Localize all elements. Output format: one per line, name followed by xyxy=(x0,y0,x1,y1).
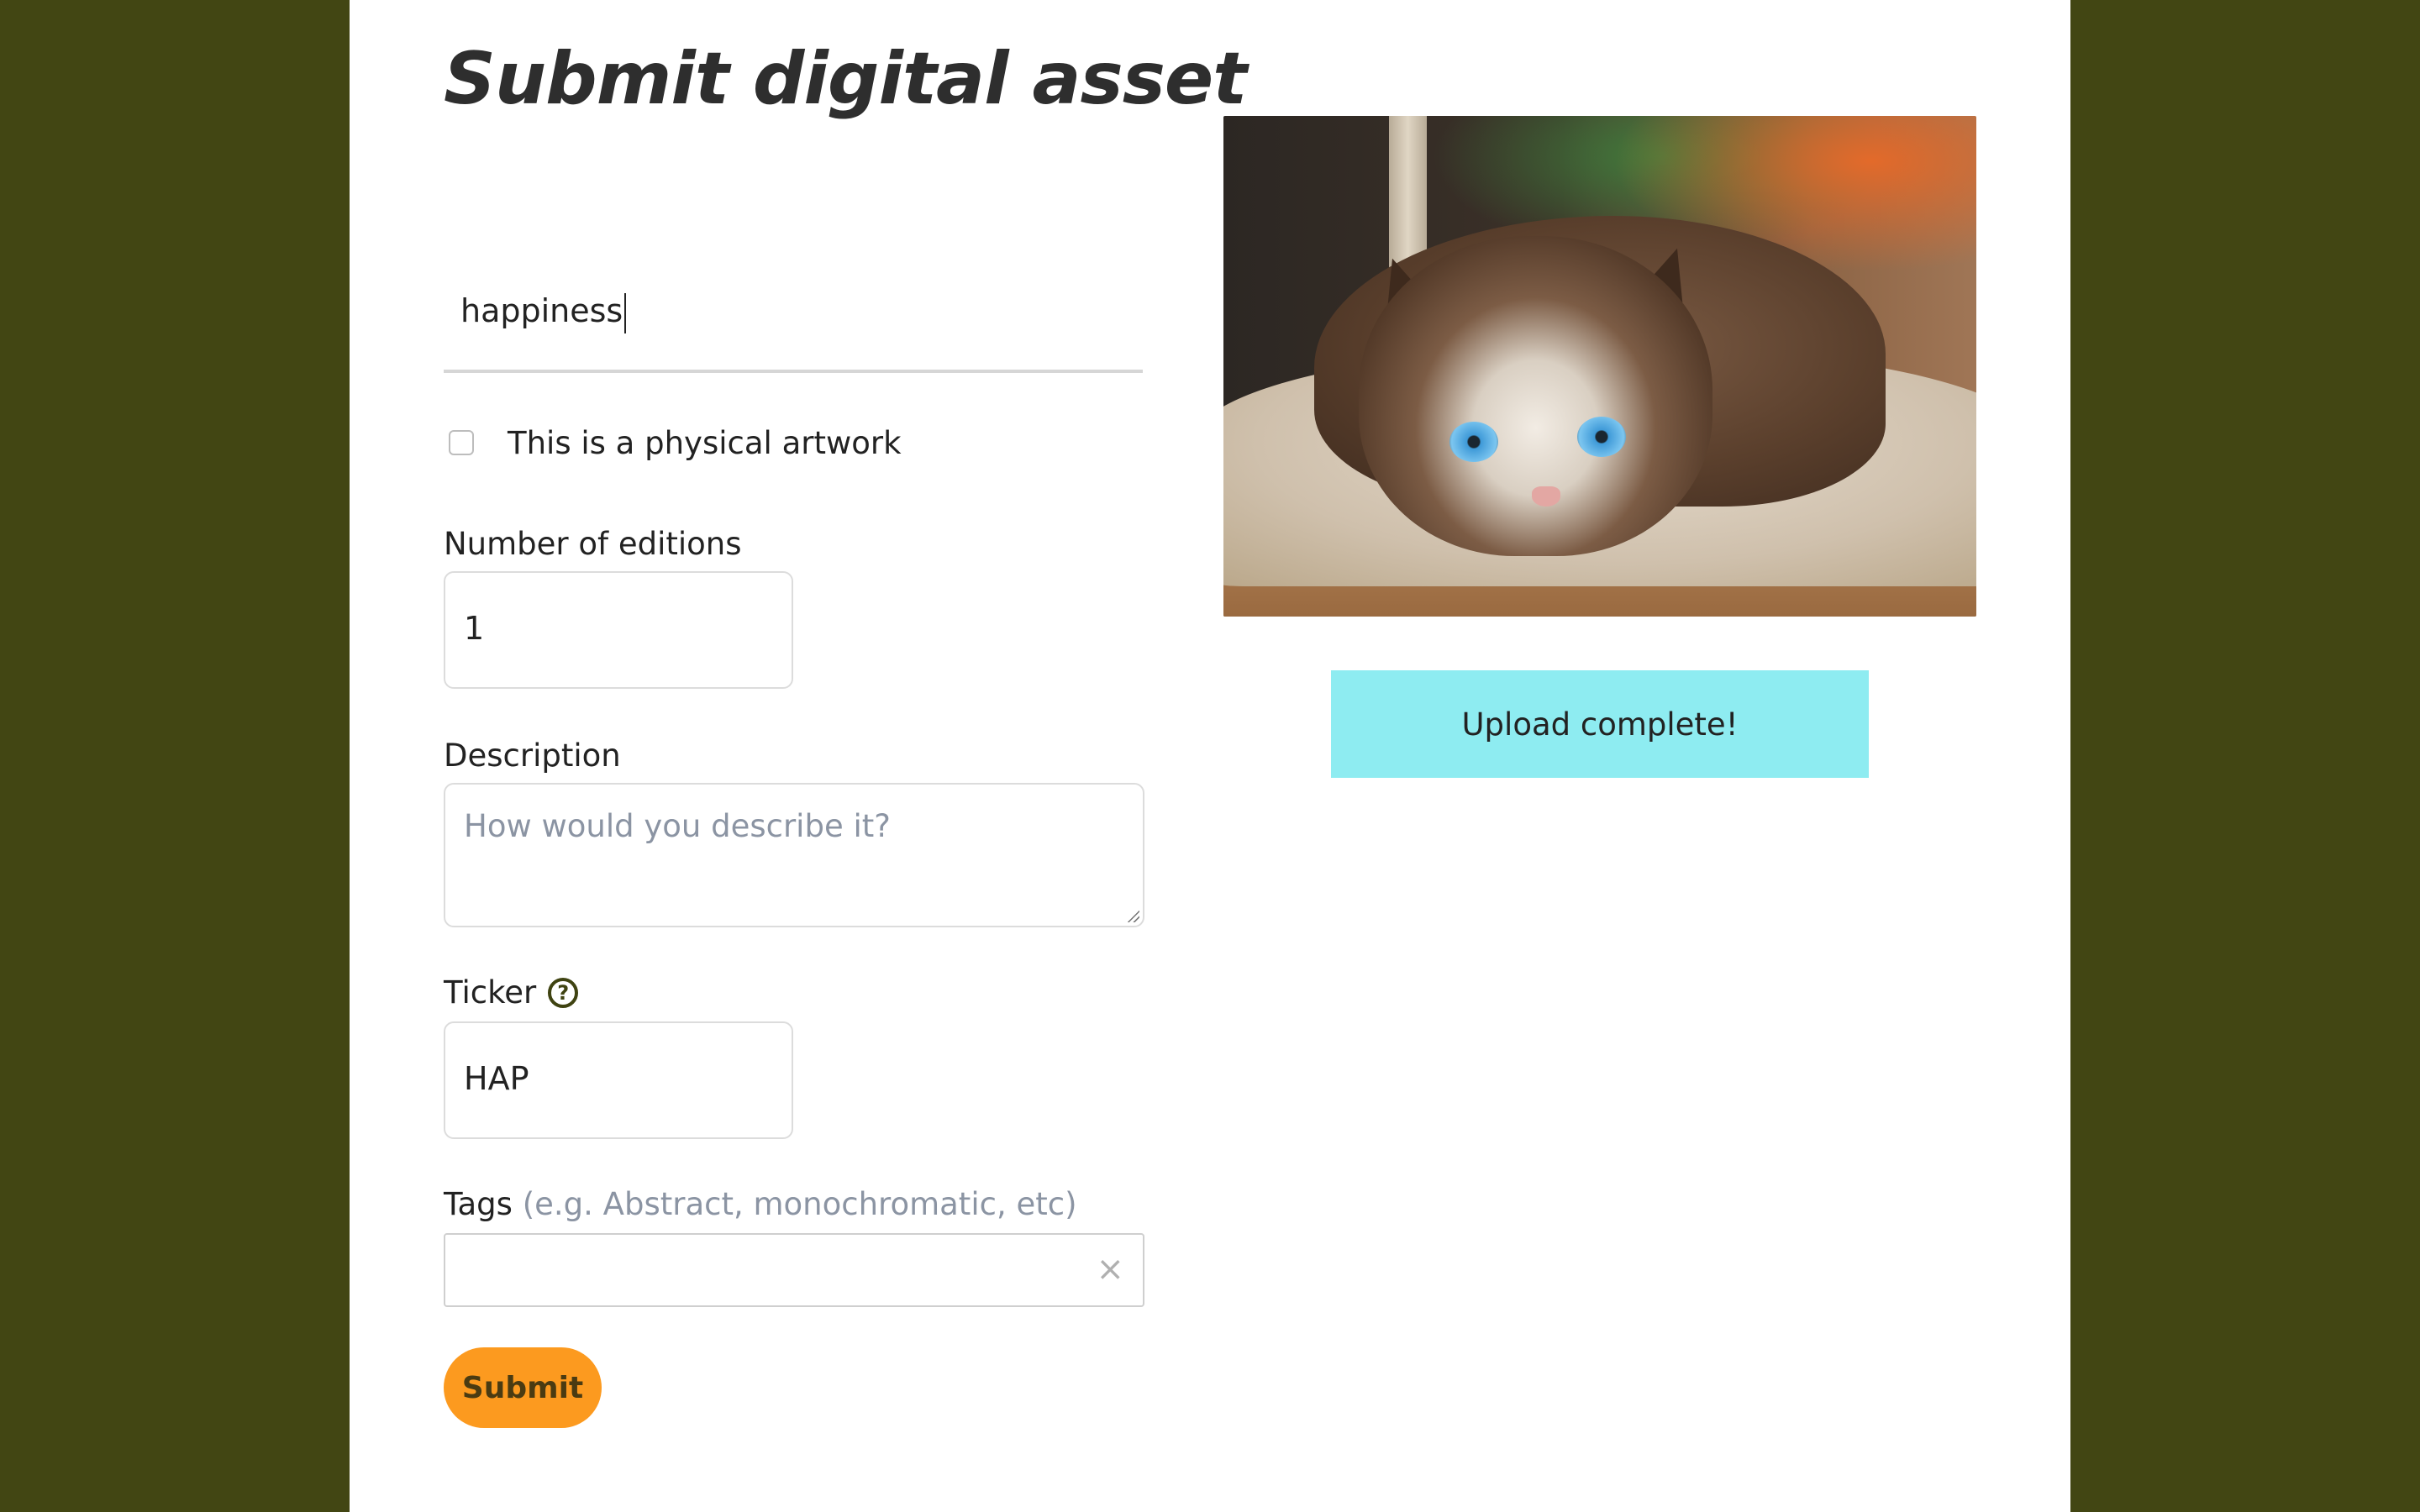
resize-handle-icon[interactable] xyxy=(1128,911,1139,922)
close-icon[interactable]: × xyxy=(1096,1248,1124,1290)
physical-artwork-checkbox[interactable] xyxy=(449,430,474,455)
asset-preview-image xyxy=(1223,116,1976,617)
editions-input[interactable]: 1 xyxy=(444,571,793,689)
text-caret xyxy=(624,292,627,333)
editions-label: Number of editions xyxy=(444,526,742,562)
tags-label: Tags xyxy=(444,1186,513,1222)
physical-artwork-label: This is a physical artwork xyxy=(508,424,902,461)
tags-hint: (e.g. Abstract, monochromatic, etc) xyxy=(522,1186,1077,1222)
ticker-label: Ticker xyxy=(444,974,537,1011)
description-placeholder: How would you describe it? xyxy=(464,808,891,844)
main-panel: Submit digital asset happiness This is a… xyxy=(350,0,2070,1512)
description-textarea[interactable]: How would you describe it? xyxy=(444,783,1144,927)
tags-label-row: Tags (e.g. Abstract, monochromatic, etc) xyxy=(444,1186,1077,1222)
physical-artwork-row[interactable]: This is a physical artwork xyxy=(444,420,902,465)
asset-name-input[interactable]: happiness xyxy=(444,269,1143,373)
ticker-input[interactable]: HAP xyxy=(444,1021,793,1139)
editions-value: 1 xyxy=(464,610,485,647)
description-label: Description xyxy=(444,738,621,774)
page-title: Submit digital asset xyxy=(444,37,1247,121)
ticker-value: HAP xyxy=(464,1060,529,1097)
question-circle-icon[interactable]: ? xyxy=(548,978,579,1008)
submit-button[interactable]: Submit xyxy=(444,1347,602,1428)
asset-name-value: happiness xyxy=(460,292,627,333)
ticker-label-row: Ticker? xyxy=(444,974,579,1011)
tags-input[interactable]: × xyxy=(444,1233,1144,1307)
upload-status-banner: Upload complete! xyxy=(1331,670,1869,778)
